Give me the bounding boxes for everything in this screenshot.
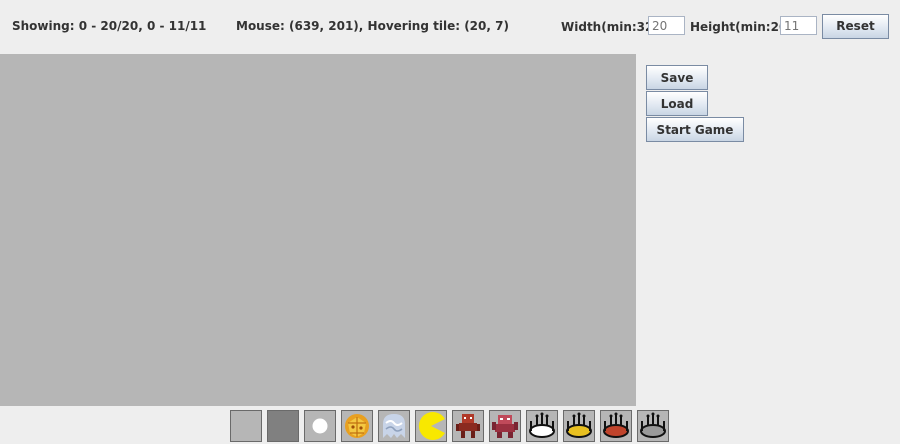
enemy-icon — [492, 415, 518, 438]
enemy-icon — [456, 414, 480, 438]
start-game-button[interactable]: Start Game — [646, 117, 744, 142]
palette-tile-spawn-gray[interactable] — [637, 410, 669, 442]
pacman-icon — [418, 412, 445, 440]
palette-tile-spawn-red[interactable] — [600, 410, 632, 442]
palette-tile-pellet[interactable] — [304, 410, 336, 442]
spawn-portal-icon — [640, 412, 666, 438]
empty-floor-icon — [231, 411, 261, 441]
load-button[interactable]: Load — [646, 91, 708, 116]
palette-tile-pacman[interactable] — [415, 410, 447, 442]
status-mouse-position: Mouse: (639, 201), Hovering tile: (20, 7… — [236, 19, 509, 33]
spawn-portal-icon — [529, 412, 555, 438]
ghost-icon — [383, 414, 405, 438]
palette-tile-spawn-white[interactable] — [526, 410, 558, 442]
palette-tile-frightened-ghost[interactable] — [378, 410, 410, 442]
spawn-portal-icon — [566, 412, 592, 438]
palette-tile-enemy-red[interactable] — [452, 410, 484, 442]
save-button[interactable]: Save — [646, 65, 708, 90]
width-input[interactable] — [648, 16, 685, 35]
pellet-icon — [312, 418, 328, 434]
palette-tile-wall[interactable] — [267, 410, 299, 442]
height-input[interactable] — [780, 16, 817, 35]
tile-palette — [230, 410, 669, 442]
map-editor-canvas[interactable] — [0, 54, 636, 406]
status-showing: Showing: 0 - 20/20, 0 - 11/11 — [12, 19, 207, 33]
palette-tile-power-pellet[interactable] — [341, 410, 373, 442]
power-pellet-icon — [345, 414, 369, 438]
palette-tile-spawn-yellow[interactable] — [563, 410, 595, 442]
palette-tile-empty[interactable] — [230, 410, 262, 442]
palette-tile-enemy-pink[interactable] — [489, 410, 521, 442]
reset-button[interactable]: Reset — [822, 14, 889, 39]
spawn-portal-icon — [603, 412, 629, 438]
wall-block-icon — [268, 411, 298, 441]
